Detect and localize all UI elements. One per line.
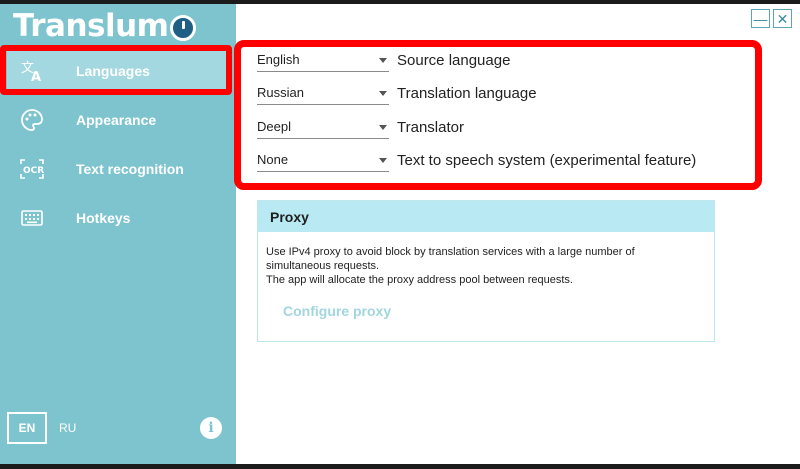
sidebar-item-text-recognition[interactable]: OCR Text recognition: [0, 149, 236, 189]
svg-text:OCR: OCR: [23, 166, 44, 176]
sidebar-item-label: Hotkeys: [76, 210, 131, 226]
close-button[interactable]: ✕: [773, 9, 792, 28]
info-icon[interactable]: i: [200, 417, 222, 439]
ocr-icon: OCR: [19, 156, 45, 182]
proxy-title: Proxy: [258, 201, 714, 232]
highlight-frame-settings: [234, 40, 762, 190]
lang-en-button[interactable]: EN: [7, 412, 47, 444]
palette-icon: [19, 107, 45, 133]
configure-proxy-link[interactable]: Configure proxy: [283, 303, 391, 319]
sidebar-item-hotkeys[interactable]: Hotkeys: [0, 198, 236, 238]
language-switcher: EN RU: [7, 412, 76, 444]
sidebar-item-label: Appearance: [76, 112, 157, 128]
lang-ru-button[interactable]: RU: [59, 421, 76, 435]
proxy-description: Use IPv4 proxy to avoid block by transla…: [266, 245, 706, 287]
proxy-description-text: Use IPv4 proxy to avoid block by transla…: [266, 246, 635, 286]
settings-window: Translum 文A Languages Appearance OCR Tex…: [0, 4, 800, 464]
logo-power-icon: [170, 15, 197, 41]
minimize-button[interactable]: —: [751, 9, 770, 28]
highlight-frame-sidebar: [0, 45, 232, 95]
window-controls: — ✕: [751, 9, 792, 28]
sidebar-item-appearance[interactable]: Appearance: [0, 100, 236, 140]
sidebar-item-label: Text recognition: [76, 161, 184, 177]
proxy-card: Proxy Use IPv4 proxy to avoid block by t…: [257, 200, 715, 342]
app-logo-text: Translum: [13, 8, 169, 44]
keyboard-icon: [19, 205, 45, 231]
app-logo: Translum: [13, 6, 197, 46]
